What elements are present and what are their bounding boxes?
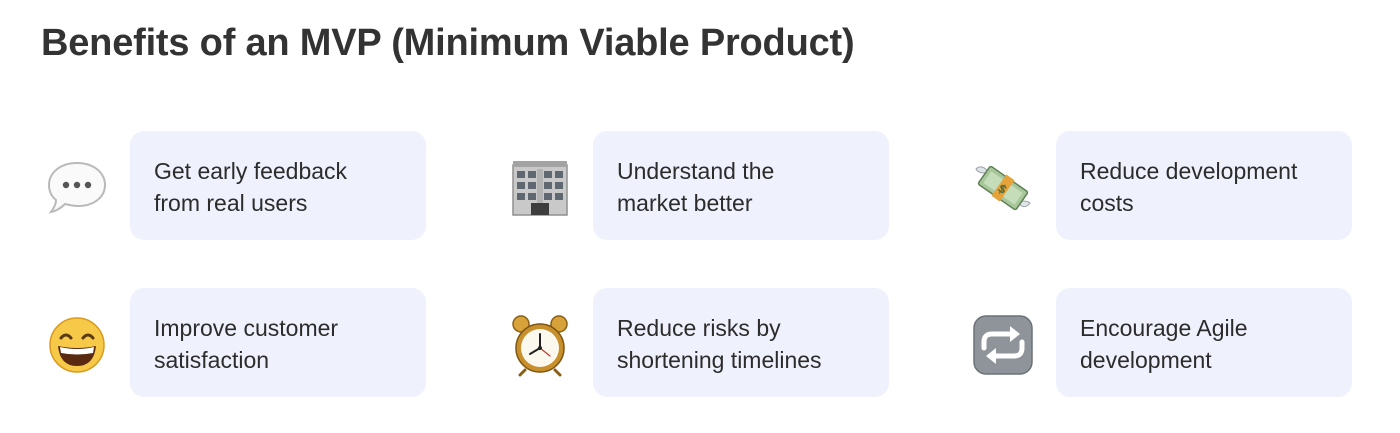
benefit-text: Encourage Agile development (1080, 315, 1248, 373)
benefit-card: Understand the market better (593, 131, 889, 240)
benefit-text: Get early feedback from real users (154, 158, 348, 216)
benefit-item-agile: Encourage Agile development (970, 288, 1352, 397)
benefit-card: Improve customer satisfaction (130, 288, 426, 397)
benefit-text: Reduce development costs (1080, 158, 1298, 216)
repeat-arrows-icon (970, 312, 1036, 378)
alarm-clock-icon (507, 312, 573, 378)
benefit-card: Encourage Agile development (1056, 288, 1352, 397)
benefit-item-risks: Reduce risks by shortening timelines (507, 288, 889, 397)
grinning-face-icon (44, 312, 110, 378)
benefit-item-costs: $ Reduce development costs (970, 131, 1352, 240)
benefit-text: Understand the market better (617, 158, 775, 216)
benefit-item-feedback: Get early feedback from real users (44, 131, 426, 240)
benefit-card: Get early feedback from real users (130, 131, 426, 240)
benefit-card: Reduce development costs (1056, 131, 1352, 240)
benefit-item-satisfaction: Improve customer satisfaction (44, 288, 426, 397)
benefit-text: Reduce risks by shortening timelines (617, 315, 822, 373)
speech-bubble-icon (44, 155, 110, 221)
money-with-wings-icon: $ (970, 155, 1036, 221)
benefit-text: Improve customer satisfaction (154, 315, 339, 373)
page-title: Benefits of an MVP (Minimum Viable Produ… (41, 22, 855, 64)
benefit-card: Reduce risks by shortening timelines (593, 288, 889, 397)
benefit-item-market: Understand the market better (507, 131, 889, 240)
office-building-icon (507, 155, 573, 221)
